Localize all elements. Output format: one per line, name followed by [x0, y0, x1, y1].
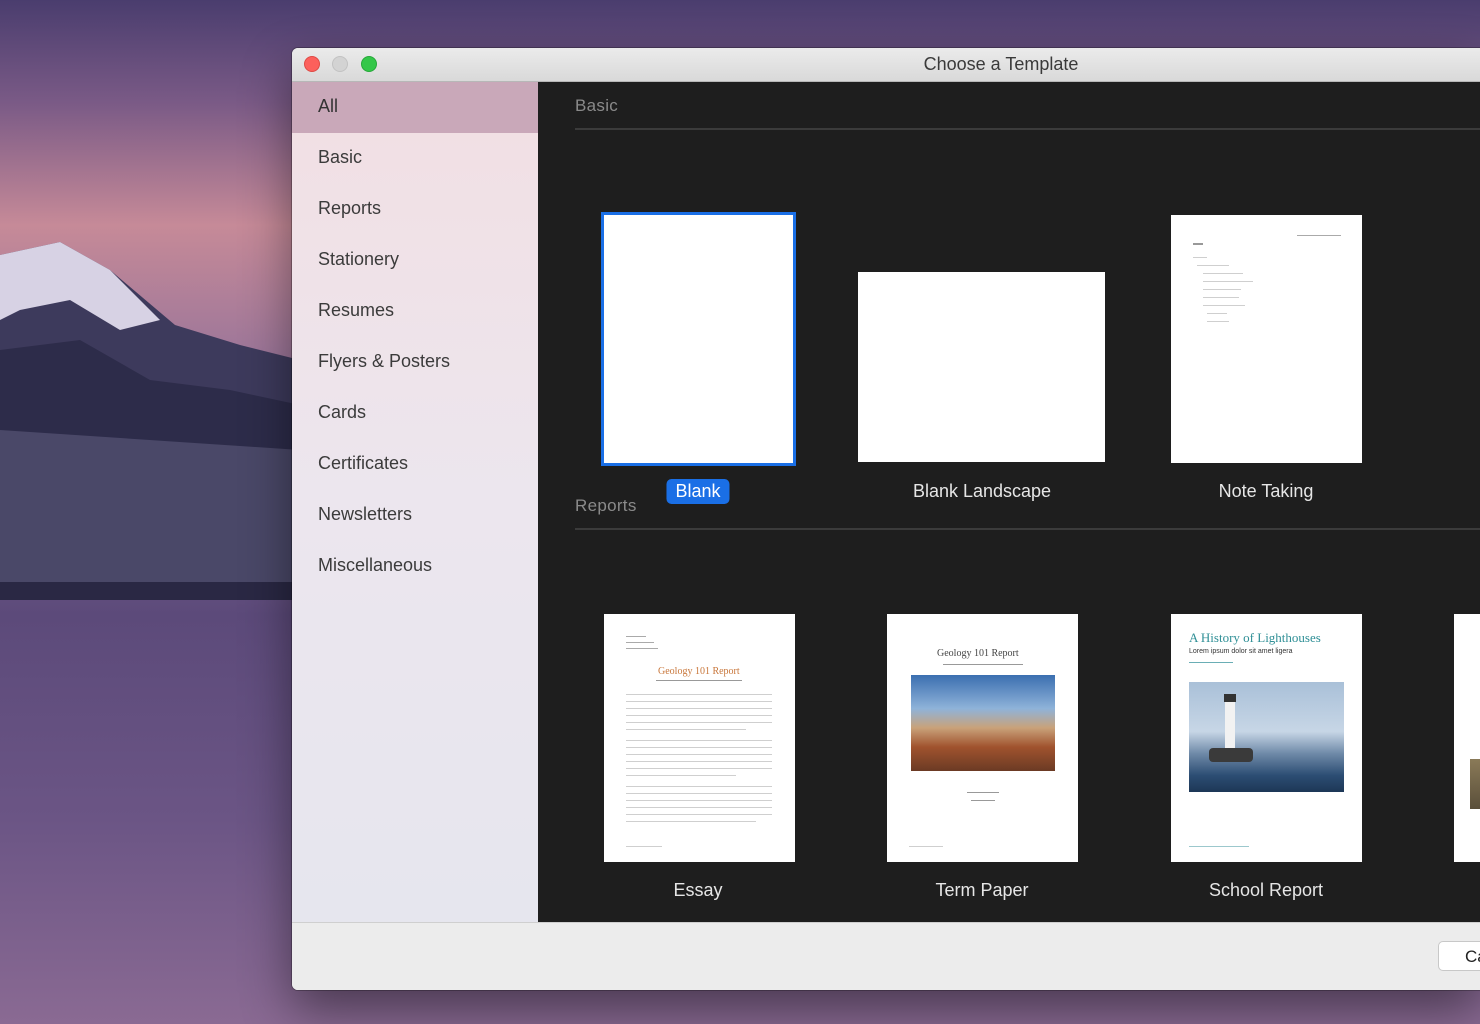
window-title: Choose a Template [923, 54, 1079, 74]
template-label-term-paper[interactable]: Term Paper [935, 880, 1028, 901]
sidebar-item-all[interactable]: All [292, 82, 538, 133]
title-bar: Choose a Template [292, 48, 1480, 82]
template-label-school-report[interactable]: School Report [1209, 880, 1323, 901]
section-divider [575, 128, 1480, 130]
template-gallery: Basic Blank Blank Landscape Note Taking … [538, 82, 1480, 922]
sidebar-item-basic[interactable]: Basic [292, 133, 538, 184]
canyon-photo [911, 675, 1055, 771]
template-chooser-window: Choose a Template All Basic Reports Stat… [292, 48, 1480, 990]
sidebar-item-stationery[interactable]: Stationery [292, 235, 538, 286]
sidebar-item-certificates[interactable]: Certificates [292, 439, 538, 490]
template-thumbnail-blank-landscape[interactable] [858, 272, 1105, 462]
lighthouse-photo [1189, 682, 1344, 792]
essay-doc-title: Geology 101 Report [658, 666, 740, 677]
sidebar-item-miscellaneous[interactable]: Miscellaneous [292, 541, 538, 592]
template-label-blank-landscape[interactable]: Blank Landscape [913, 481, 1051, 502]
footer-bar: Cancel [292, 922, 1480, 990]
template-thumbnail-blank[interactable] [601, 212, 796, 466]
cancel-button[interactable]: Cancel [1438, 941, 1480, 971]
term-paper-doc-title: Geology 101 Report [937, 648, 1019, 659]
school-report-doc-subtitle: Lorem ipsum dolor sit amet ligera [1189, 648, 1293, 655]
template-thumbnail-note-taking[interactable] [1171, 215, 1362, 463]
section-heading-reports: Reports [575, 496, 637, 515]
section-heading-basic: Basic [575, 96, 619, 115]
sidebar-item-flyers-posters[interactable]: Flyers & Posters [292, 337, 538, 388]
template-label-note-taking[interactable]: Note Taking [1219, 481, 1314, 502]
sidebar-item-cards[interactable]: Cards [292, 388, 538, 439]
template-thumbnail-partial[interactable] [1454, 614, 1480, 862]
school-report-doc-title: A History of Lighthouses [1189, 630, 1321, 645]
partial-photo [1470, 759, 1480, 809]
section-divider [575, 528, 1480, 530]
template-label-blank[interactable]: Blank [666, 479, 730, 504]
sidebar-item-resumes[interactable]: Resumes [292, 286, 538, 337]
sidebar-item-newsletters[interactable]: Newsletters [292, 490, 538, 541]
desktop-wallpaper [0, 230, 300, 610]
template-thumbnail-school-report[interactable]: A History of Lighthouses Lorem ipsum dol… [1171, 614, 1362, 862]
category-sidebar: All Basic Reports Stationery Resumes Fly… [292, 82, 538, 922]
template-thumbnail-term-paper[interactable]: Geology 101 Report [887, 614, 1078, 862]
template-thumbnail-essay[interactable]: Geology 101 Report [604, 614, 795, 862]
template-label-essay[interactable]: Essay [673, 880, 722, 901]
sidebar-item-reports[interactable]: Reports [292, 184, 538, 235]
